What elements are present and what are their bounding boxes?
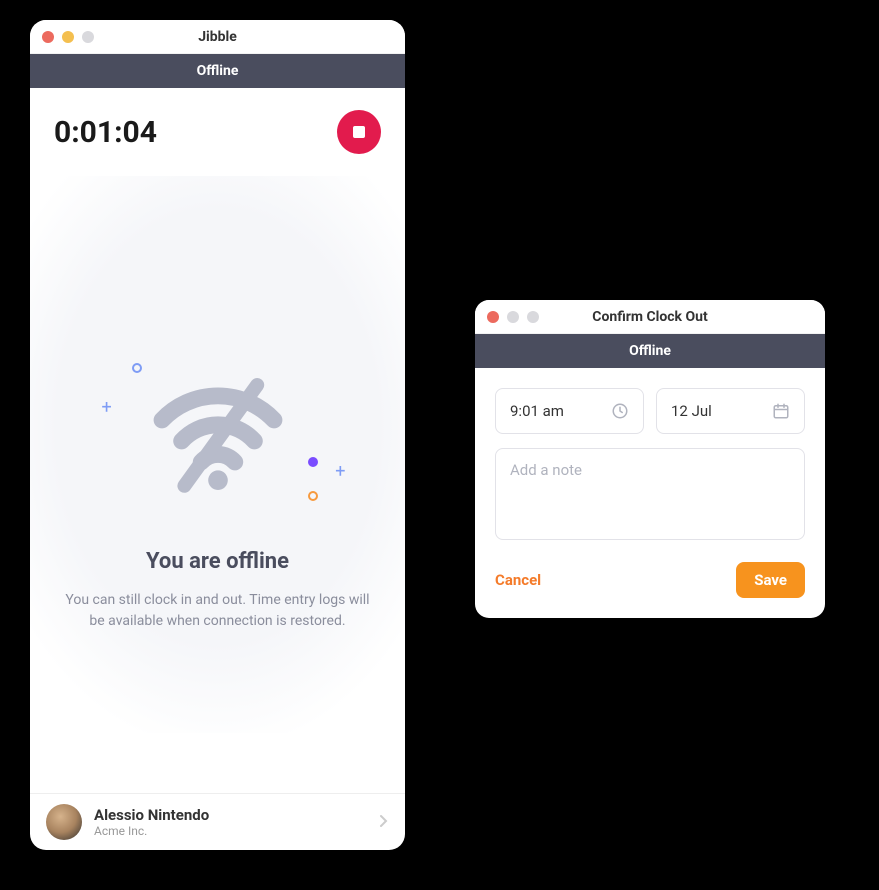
dialog-actions: Cancel Save: [495, 562, 805, 598]
main-window: Jibble Offline 0:01:04 + +: [30, 20, 405, 850]
dialog-titlebar: Confirm Clock Out: [475, 300, 825, 334]
dialog-body: 9:01 am 12 Jul Cancel Save: [475, 368, 825, 618]
timer-row: 0:01:04: [30, 88, 405, 176]
dialog-title: Confirm Clock Out: [475, 309, 825, 325]
window-title: Jibble: [30, 29, 405, 45]
decor-dot-icon: [308, 457, 318, 467]
chevron-right-icon: [379, 813, 389, 832]
profile-row[interactable]: Alessio Nintendo Acme Inc.: [30, 793, 405, 850]
confirm-clock-out-dialog: Confirm Clock Out Offline 9:01 am 12 Jul…: [475, 300, 825, 618]
note-input[interactable]: [495, 448, 805, 540]
decor-plus-icon: +: [102, 397, 112, 418]
offline-heading: You are offline: [146, 549, 289, 574]
time-value: 9:01 am: [510, 402, 564, 420]
profile-org: Acme Inc.: [94, 824, 367, 838]
wifi-off-illustration: + +: [128, 337, 308, 517]
date-value: 12 Jul: [671, 402, 712, 420]
timer-value: 0:01:04: [54, 115, 157, 150]
decor-circle-icon: [308, 491, 318, 501]
titlebar: Jibble: [30, 20, 405, 54]
decor-plus-icon: +: [335, 461, 345, 482]
offline-body: You can still clock in and out. Time ent…: [58, 590, 378, 632]
avatar: [46, 804, 82, 840]
dialog-status-bar: Offline: [475, 334, 825, 368]
date-field[interactable]: 12 Jul: [656, 388, 805, 434]
clock-out-button[interactable]: [337, 110, 381, 154]
offline-panel: + + You are offline You can still clock …: [30, 176, 405, 793]
wifi-off-icon: [148, 357, 288, 497]
status-bar: Offline: [30, 54, 405, 88]
cancel-button[interactable]: Cancel: [495, 571, 541, 589]
save-button[interactable]: Save: [736, 562, 805, 598]
profile-text: Alessio Nintendo Acme Inc.: [94, 806, 367, 838]
decor-circle-icon: [132, 363, 142, 373]
time-field[interactable]: 9:01 am: [495, 388, 644, 434]
profile-name: Alessio Nintendo: [94, 806, 367, 824]
datetime-row: 9:01 am 12 Jul: [495, 388, 805, 434]
clock-icon: [611, 402, 629, 420]
calendar-icon: [772, 402, 790, 420]
